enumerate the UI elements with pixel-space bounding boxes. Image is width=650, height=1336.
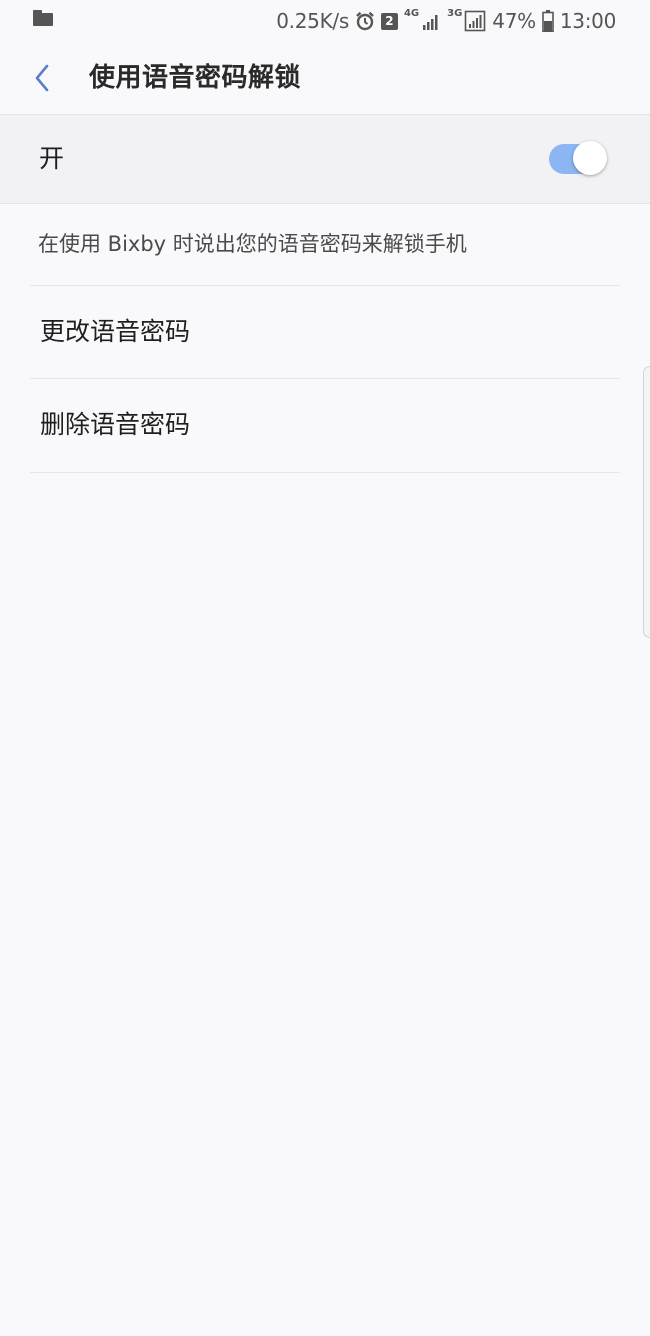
- description-text: 在使用 Bixby 时说出您的语音密码来解锁手机: [38, 232, 467, 256]
- sim-icon: 2: [380, 12, 398, 30]
- battery-percent: 47%: [492, 9, 536, 33]
- network-speed: 0.25K/s: [276, 9, 349, 33]
- network-4g-label: 4G: [403, 8, 420, 19]
- switch-label: 开: [39, 144, 65, 173]
- signal-icon: [421, 11, 441, 31]
- network-3g-label: 3G: [447, 8, 463, 19]
- master-switch-row[interactable]: 开: [0, 115, 650, 204]
- menu-item-label: 删除语音密码: [40, 410, 191, 439]
- signal-icon: [464, 10, 486, 32]
- change-voice-password-item[interactable]: 更改语音密码: [0, 286, 650, 378]
- clock: 13:00: [559, 9, 616, 33]
- delete-voice-password-item[interactable]: 删除语音密码: [0, 379, 650, 471]
- divider: [30, 472, 620, 473]
- folder-icon: [33, 10, 53, 26]
- alarm-icon: [355, 11, 375, 31]
- menu-item-label: 更改语音密码: [40, 317, 191, 346]
- app-bar: 使用语音密码解锁: [0, 42, 650, 115]
- master-toggle[interactable]: [548, 141, 610, 177]
- toggle-thumb: [573, 141, 607, 175]
- page-title: 使用语音密码解锁: [89, 63, 302, 93]
- status-bar: 0.25K/s 2 4G 3G 47% 13:00: [0, 0, 650, 42]
- chevron-left-icon[interactable]: [30, 62, 56, 94]
- edge-panel-handle[interactable]: [643, 366, 650, 638]
- status-right: 0.25K/s 2 4G 3G 47% 13:00: [276, 7, 616, 35]
- battery-icon: [542, 10, 554, 32]
- status-left: [33, 10, 53, 26]
